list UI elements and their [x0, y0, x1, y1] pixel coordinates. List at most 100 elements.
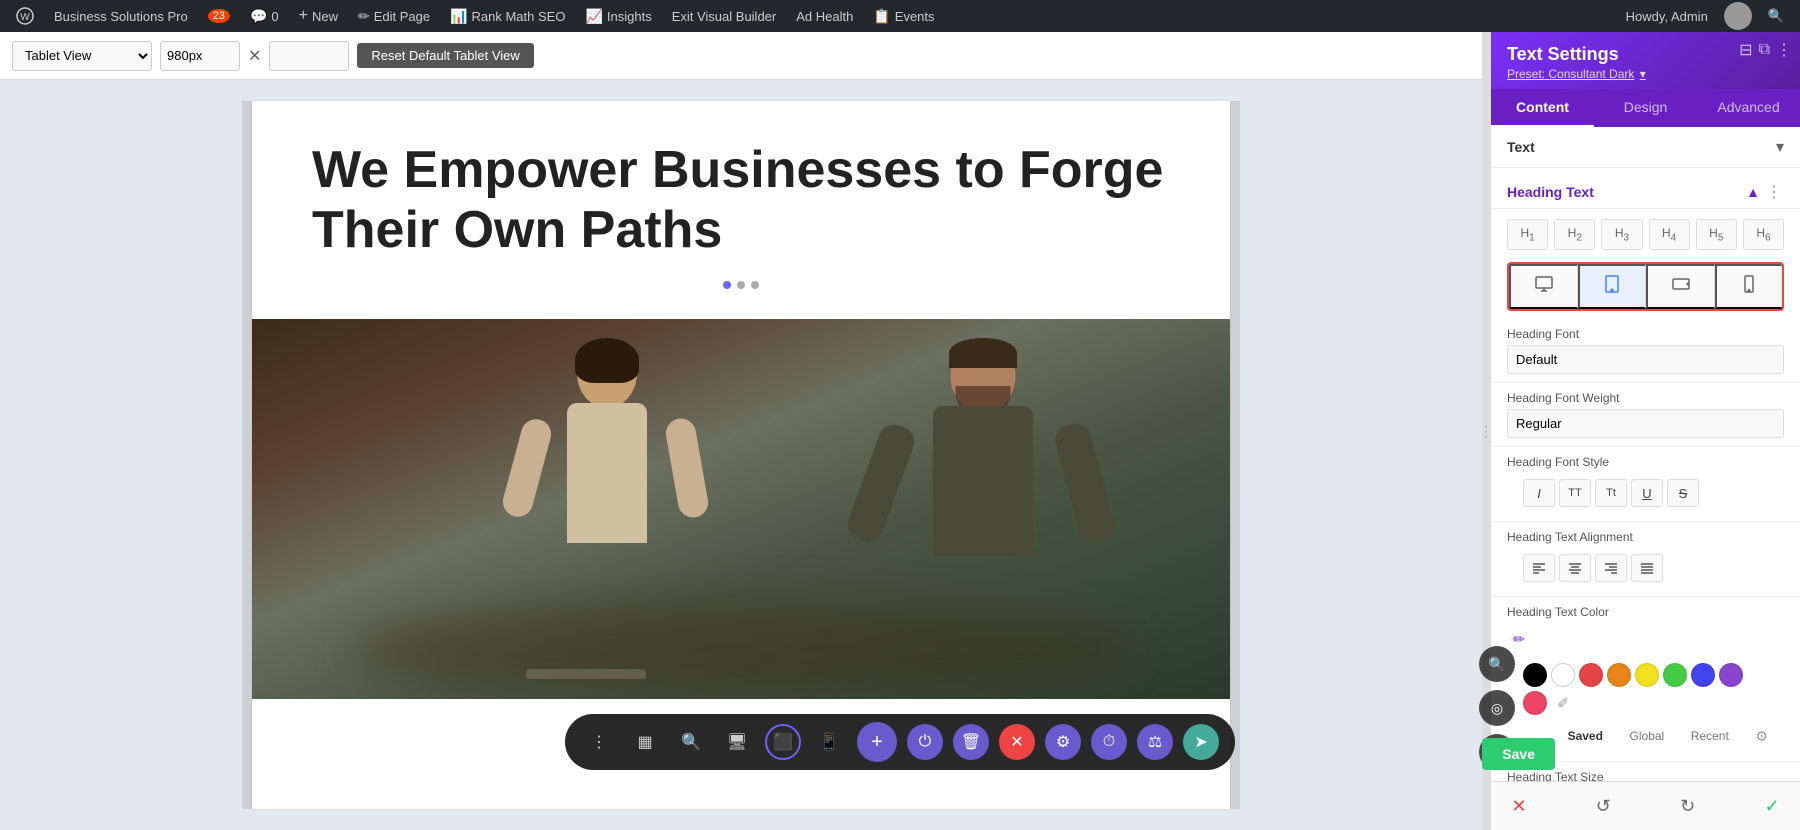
panel-redo-btn[interactable]: ↻	[1672, 790, 1704, 822]
global-color-tab[interactable]: Global	[1630, 729, 1665, 743]
h3-btn[interactable]: H3	[1601, 219, 1642, 250]
color-swatch-orange[interactable]	[1607, 663, 1631, 687]
avatar[interactable]	[1724, 2, 1752, 30]
device-buttons	[1507, 262, 1784, 311]
color-swatch-yellow[interactable]	[1635, 663, 1659, 687]
rank-math-item[interactable]: 📊 Rank Math SEO	[442, 0, 573, 32]
recent-color-tab[interactable]: Recent	[1691, 729, 1729, 743]
close-px-btn[interactable]: ✕	[248, 46, 261, 66]
heading-font-weight-select[interactable]: Regular Bold Light	[1507, 409, 1784, 438]
drag-handle-right[interactable]	[1230, 101, 1240, 809]
heading-font-select[interactable]: Default	[1507, 345, 1784, 374]
toolbar-gear-btn[interactable]: ⚙	[1045, 724, 1081, 760]
panel-undo-btn[interactable]: ↺	[1587, 790, 1619, 822]
howdy-text: Howdy, Admin	[1618, 9, 1716, 24]
tab-content[interactable]: Content	[1491, 89, 1594, 127]
toolbar-grid-btn[interactable]: ▦	[627, 724, 663, 760]
mobile-device-btn[interactable]	[1715, 264, 1783, 309]
tablet-device-btn[interactable]	[1578, 264, 1647, 309]
toolbar-trash-btn[interactable]: 🗑	[953, 724, 989, 760]
canvas-area: Tablet View Desktop View Mobile View ✕ R…	[0, 32, 1482, 830]
topbar-search-icon[interactable]: 🔍	[1760, 8, 1792, 24]
color-swatch-blue[interactable]	[1691, 663, 1715, 687]
toolbar-close-btn[interactable]: ✕	[999, 724, 1035, 760]
tab-design[interactable]: Design	[1594, 89, 1697, 127]
comments-item[interactable]: 💬 0	[242, 0, 287, 32]
toolbar-dots-btn[interactable]: ⋮	[581, 724, 617, 760]
align-justify-btn[interactable]	[1631, 554, 1663, 582]
laptop-hint	[526, 669, 646, 679]
panel-preset: Preset: Consultant Dark ▾	[1507, 67, 1784, 81]
color-swatch-pink[interactable]	[1523, 691, 1547, 715]
toolbar-tablet-btn[interactable]: ⬛	[765, 724, 801, 760]
heading-collapse-btn[interactable]: ▲	[1746, 184, 1760, 200]
insights-item[interactable]: 📈 Insights	[577, 0, 659, 32]
panel-minimize-btn[interactable]: ⊟	[1739, 40, 1752, 60]
h5-btn[interactable]: H5	[1696, 219, 1737, 250]
h1-btn[interactable]: H1	[1507, 219, 1548, 250]
reset-tablet-view-btn[interactable]: Reset Default Tablet View	[357, 43, 533, 68]
tab-advanced[interactable]: Advanced	[1697, 89, 1800, 127]
float-layers-btn[interactable]: ◎	[1479, 690, 1515, 726]
desktop-device-btn[interactable]	[1509, 264, 1578, 309]
toolbar-mobile-btn[interactable]: 📱	[811, 724, 847, 760]
tablet-landscape-btn[interactable]	[1646, 264, 1715, 309]
small-caps-btn[interactable]: TT	[1559, 479, 1591, 507]
toolbar-add-btn[interactable]: +	[857, 722, 897, 762]
h4-btn[interactable]: H4	[1649, 219, 1690, 250]
updates-count[interactable]: 23	[200, 0, 238, 32]
toolbar-power-btn[interactable]: ⏻	[907, 724, 943, 760]
new-item[interactable]: + New	[291, 0, 346, 32]
align-center-btn[interactable]	[1559, 554, 1591, 582]
view-select[interactable]: Tablet View Desktop View Mobile View	[12, 41, 152, 71]
edit-page-item[interactable]: ✏ Edit Page	[350, 0, 438, 32]
h6-btn[interactable]: H6	[1743, 219, 1784, 250]
exit-builder-item[interactable]: Exit Visual Builder	[664, 0, 785, 32]
main-layout: Tablet View Desktop View Mobile View ✕ R…	[0, 32, 1800, 830]
px-input[interactable]	[160, 41, 240, 71]
preset-dropdown-icon[interactable]: ▾	[1640, 67, 1646, 81]
color-swatch-green[interactable]	[1663, 663, 1687, 687]
save-button[interactable]: Save	[1482, 738, 1555, 770]
color-swatch-white[interactable]	[1551, 663, 1575, 687]
toolbar-sliders-btn[interactable]: ⚖	[1137, 724, 1173, 760]
wordpress-logo[interactable]: W	[8, 0, 42, 32]
svg-text:W: W	[20, 12, 30, 23]
color-settings-icon[interactable]: ⚙	[1755, 728, 1768, 745]
color-swatch-black[interactable]	[1523, 663, 1547, 687]
eyedropper-icon[interactable]: ✐	[1551, 691, 1575, 715]
h2-btn[interactable]: H2	[1554, 219, 1595, 250]
align-right-btn[interactable]	[1595, 554, 1627, 582]
color-swatch-purple[interactable]	[1719, 663, 1743, 687]
preset-link[interactable]: Preset: Consultant Dark	[1507, 67, 1634, 81]
toolbar-desktop-btn[interactable]: 🖥	[719, 724, 755, 760]
text-section-header[interactable]: Text ▾	[1491, 127, 1800, 168]
toolbar-search-btn[interactable]: 🔍	[673, 724, 709, 760]
saved-color-tab[interactable]: Saved	[1568, 729, 1603, 743]
heading-text-size-label: Heading Text Size	[1507, 770, 1784, 781]
drag-handle-left[interactable]	[242, 101, 252, 809]
text-section-collapse-btn[interactable]: ▾	[1776, 137, 1784, 157]
panel-bottom-bar: ✕ ↺ ↻ ✓	[1491, 781, 1800, 830]
toolbar-arrow-btn[interactable]: ➤	[1183, 724, 1219, 760]
float-search-btn[interactable]: 🔍	[1479, 646, 1515, 682]
strikethrough-btn[interactable]: S	[1667, 479, 1699, 507]
color-swatch-red[interactable]	[1579, 663, 1603, 687]
hidden-value-input[interactable]	[269, 41, 349, 71]
dot-1	[723, 281, 731, 289]
panel-more-btn[interactable]: ⋮	[1776, 40, 1792, 60]
ad-health-item[interactable]: Ad Health	[788, 0, 861, 32]
panel-close-btn[interactable]: ✕	[1503, 790, 1535, 822]
heading-more-btn[interactable]: ⋮	[1766, 182, 1784, 202]
toolbar-timer-btn[interactable]: ⏱	[1091, 724, 1127, 760]
align-left-btn[interactable]	[1523, 554, 1555, 582]
site-name[interactable]: Business Solutions Pro	[46, 0, 196, 32]
events-item[interactable]: 📋 Events	[865, 0, 942, 32]
capitalize-btn[interactable]: Tt	[1595, 479, 1627, 507]
italic-btn[interactable]: I	[1523, 479, 1555, 507]
canvas-toolbar: Tablet View Desktop View Mobile View ✕ R…	[0, 32, 1482, 80]
dot-3	[751, 281, 759, 289]
panel-confirm-btn[interactable]: ✓	[1756, 790, 1788, 822]
underline-btn[interactable]: U	[1631, 479, 1663, 507]
panel-split-btn[interactable]: ⧉	[1759, 40, 1770, 60]
